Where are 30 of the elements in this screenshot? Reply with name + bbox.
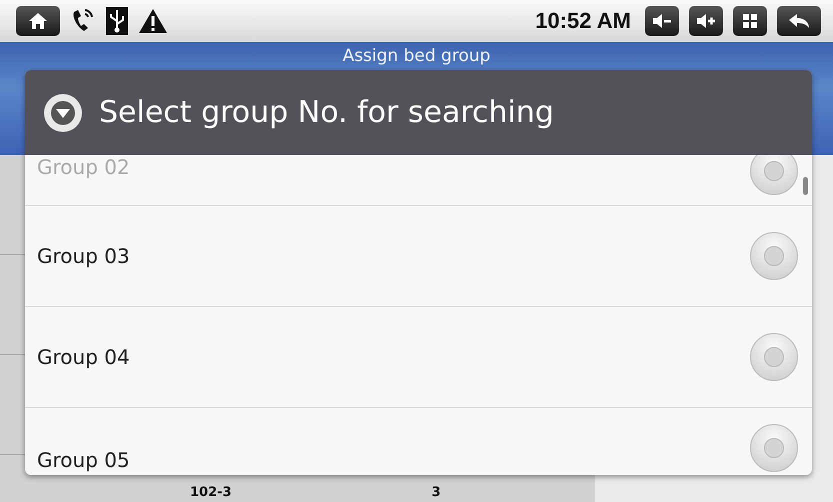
group-option[interactable]: Group 03 xyxy=(25,206,812,307)
radio-button[interactable] xyxy=(750,232,798,280)
back-arrow-icon xyxy=(788,13,810,29)
radio-button[interactable] xyxy=(750,155,798,195)
option-label: Group 05 xyxy=(37,448,130,472)
volume-down-button[interactable] xyxy=(645,6,679,36)
volume-up-button[interactable] xyxy=(689,6,723,36)
group-option[interactable]: Group 05 xyxy=(25,408,812,475)
group-option[interactable]: Group 04 xyxy=(25,307,812,408)
radio-button[interactable] xyxy=(750,333,798,381)
radio-button[interactable] xyxy=(750,424,798,472)
bed-number: 102-3 xyxy=(190,485,232,500)
grid-icon xyxy=(742,13,758,29)
warning-icon xyxy=(138,8,168,34)
dialog-title: Select group No. for searching xyxy=(99,95,554,130)
usb-icon xyxy=(106,7,128,35)
screen-title: Assign bed group xyxy=(342,45,490,67)
volume-down-icon xyxy=(652,13,672,29)
option-label: Group 04 xyxy=(37,345,130,369)
option-label: Group 03 xyxy=(37,244,130,268)
scrollbar xyxy=(803,177,808,195)
home-button[interactable] xyxy=(16,6,60,36)
home-icon xyxy=(28,12,48,30)
bed-count: 3 xyxy=(432,485,441,500)
option-label: Group 02 xyxy=(37,155,130,179)
clock-time: 10:52 AM xyxy=(535,8,631,34)
back-button[interactable] xyxy=(777,6,821,36)
volume-up-icon xyxy=(696,13,716,29)
apps-button[interactable] xyxy=(733,6,767,36)
dropdown-circle-icon xyxy=(43,92,83,132)
